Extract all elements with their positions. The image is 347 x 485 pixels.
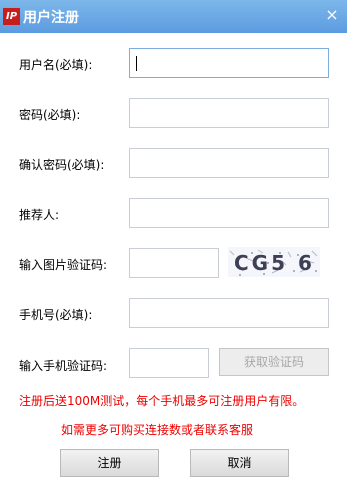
confirm-password-label: 确认密码(必填): bbox=[19, 158, 105, 172]
referrer-label: 推荐人: bbox=[19, 208, 60, 222]
referrer-input[interactable] bbox=[129, 198, 329, 228]
captcha-image[interactable]: CG5 6 bbox=[228, 247, 320, 277]
window-title: 用户注册 bbox=[23, 10, 79, 26]
password-input[interactable] bbox=[129, 98, 329, 128]
close-icon[interactable]: × bbox=[323, 6, 341, 24]
cancel-button[interactable]: 取消 bbox=[190, 449, 289, 477]
title-bar: IP 用户注册 × bbox=[0, 0, 347, 33]
confirm-password-input[interactable] bbox=[129, 148, 329, 178]
image-captcha-input[interactable] bbox=[129, 248, 219, 278]
get-code-button[interactable]: 获取验证码 bbox=[219, 348, 329, 376]
image-captcha-label: 输入图片验证码: bbox=[19, 258, 108, 272]
app-logo-icon: IP bbox=[3, 8, 20, 25]
captcha-text: CG5 6 bbox=[234, 251, 315, 275]
sms-code-input[interactable] bbox=[129, 348, 209, 378]
password-label: 密码(必填): bbox=[19, 108, 81, 122]
username-input[interactable] bbox=[129, 48, 329, 78]
phone-label: 手机号(必填): bbox=[19, 308, 93, 322]
register-button[interactable]: 注册 bbox=[60, 449, 159, 477]
trial-notice: 注册后送100M测试，每个手机最多可注册用户有限。 bbox=[19, 394, 305, 408]
phone-input[interactable] bbox=[129, 298, 329, 328]
sms-code-label: 输入手机验证码: bbox=[19, 359, 108, 373]
username-label: 用户名(必填): bbox=[19, 58, 93, 72]
purchase-notice: 如需更多可购买连接数或者联系客服 bbox=[61, 423, 254, 437]
text-caret bbox=[136, 56, 137, 71]
